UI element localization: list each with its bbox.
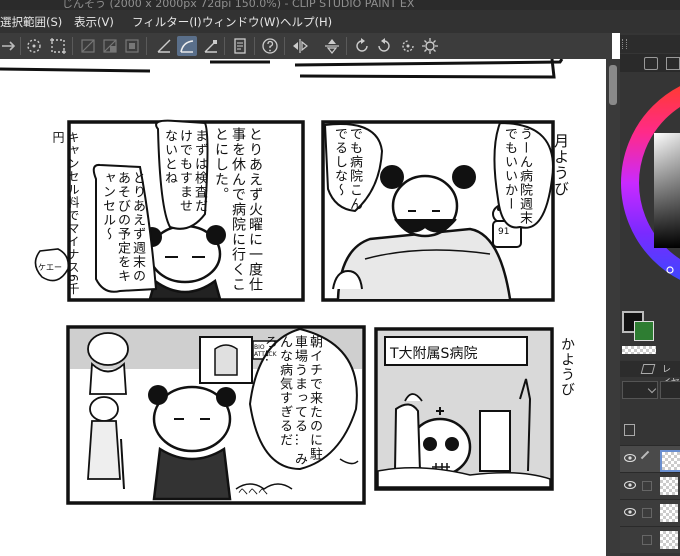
narration-tuesday-plan: とりあえず火曜に一度仕事を休んで病院に行くことにした。 — [213, 127, 263, 292]
bio-attack-sign: BIO ATTACK — [254, 344, 277, 358]
menu-selection[interactable]: 選択範囲(S) — [0, 14, 62, 30]
panel-tab-strip — [620, 54, 680, 72]
layer-lock-box[interactable] — [642, 508, 652, 518]
blend-mode-select[interactable] — [622, 381, 658, 399]
hide-selection-icon[interactable] — [100, 36, 120, 56]
hospital-sign: T大附属S病院 — [390, 346, 478, 362]
snap-to-grid-icon[interactable] — [201, 36, 221, 56]
visibility-eye-icon[interactable] — [624, 453, 636, 463]
layer-tools-row — [620, 421, 680, 439]
visibility-eye-icon[interactable] — [624, 480, 636, 490]
deselect-icon[interactable] — [48, 36, 68, 56]
crop-icon[interactable] — [78, 36, 98, 56]
pen-icon — [640, 450, 650, 460]
sub-color-swatch[interactable] — [634, 321, 654, 341]
layer-icon — [640, 364, 656, 374]
settings-icon[interactable] — [420, 36, 440, 56]
color-set-tab-icon[interactable] — [666, 57, 680, 70]
menu-help[interactable]: ヘルプ(H) — [280, 14, 332, 30]
chevron-down-icon — [647, 384, 657, 394]
transparent-color-swatch[interactable] — [622, 346, 656, 354]
toolbar-separator — [346, 37, 347, 55]
toolbar-separator — [146, 37, 147, 55]
speech-bubble-crowded: でも病院こんでるしな〜 — [332, 127, 362, 211]
help-icon[interactable] — [260, 36, 280, 56]
toolbar-separator — [284, 37, 285, 55]
menu-bar: 選択範囲(S) 表示(V) フィルター(I) ウィンドウ(W) ヘルプ(H) — [0, 10, 680, 33]
window-title: じんそう (2000 x 2000px 72dpi 150.0%) - CLIP… — [62, 0, 415, 10]
grip-icon — [622, 39, 627, 49]
layer-thumbnail — [660, 450, 680, 472]
visibility-eye-icon[interactable] — [624, 507, 636, 517]
snap-to-special-ruler-icon[interactable] — [177, 36, 197, 56]
rotate-right-icon[interactable] — [352, 36, 372, 56]
select-all-icon[interactable] — [24, 36, 44, 56]
layer-list-icon[interactable] — [624, 424, 635, 436]
command-bar — [0, 33, 612, 59]
caption-monday: 月ようび — [552, 133, 570, 197]
doll-number: 91 — [498, 227, 510, 237]
menu-view[interactable]: 表示(V) — [74, 14, 114, 30]
canvas-vertical-scrollbar[interactable] — [606, 59, 620, 556]
right-panel: レイヤ — [620, 33, 680, 556]
sfx-kee: ケエー — [38, 263, 62, 272]
toolbar-separator — [20, 37, 21, 55]
opacity-field[interactable] — [660, 381, 680, 399]
layer-row-4[interactable] — [620, 526, 680, 553]
memo-icon[interactable] — [230, 36, 250, 56]
toolbar-separator — [72, 37, 73, 55]
layer-lock-box[interactable] — [642, 481, 652, 491]
invert-icon[interactable] — [122, 36, 142, 56]
flip-vertical-icon[interactable] — [322, 36, 342, 56]
toolbar-separator — [224, 37, 225, 55]
speech-bubble-checkup: まずは検査だけでもすませないとね — [162, 129, 207, 213]
menu-window[interactable]: ウィンドウ(W) — [202, 14, 280, 30]
caption-tuesday: かようび — [559, 337, 575, 397]
color-wheel[interactable] — [620, 73, 680, 323]
snap-to-ruler-icon[interactable] — [154, 36, 174, 56]
layer-row-1[interactable] — [620, 445, 680, 472]
color-wheel-tab-icon[interactable] — [644, 57, 658, 70]
scrollbar-thumb[interactable] — [609, 65, 617, 105]
layer-panel-header: レイヤ — [620, 361, 680, 388]
window-title-bar: じんそう (2000 x 2000px 72dpi 150.0%) - CLIP… — [0, 0, 680, 10]
menu-filter[interactable]: フィルター(I) — [132, 14, 202, 30]
layer-lock-box[interactable] — [642, 535, 652, 545]
sfx-hehehe: ヘヘヘ — [238, 487, 268, 498]
transform-icon[interactable] — [0, 36, 20, 56]
flip-horizontal-icon[interactable] — [290, 36, 310, 56]
reset-rotation-icon[interactable] — [398, 36, 418, 56]
toolbar-separator — [254, 37, 255, 55]
canvas-area[interactable]: 月ようび うーん病院週末でもいいかー でも病院こんでるしな〜 91 とりあえず火… — [0, 59, 606, 556]
layer-thumbnail — [660, 531, 678, 549]
layer-thumbnail — [660, 477, 678, 495]
caption-cancel-fee: キャンセル料でマイナス6千円 — [51, 131, 80, 296]
layer-thumbnail — [660, 504, 678, 522]
color-panel-header — [620, 35, 680, 53]
speech-bubble-weekend: うーん病院週末でもいいかー — [502, 127, 532, 225]
layer-row-2[interactable] — [620, 472, 680, 499]
layer-row-3[interactable] — [620, 499, 680, 526]
rotate-left-icon[interactable] — [374, 36, 394, 56]
speech-bubble-cancel-plans: とりあえず週末のあそびの予定をキャンセル〜 — [100, 171, 145, 283]
